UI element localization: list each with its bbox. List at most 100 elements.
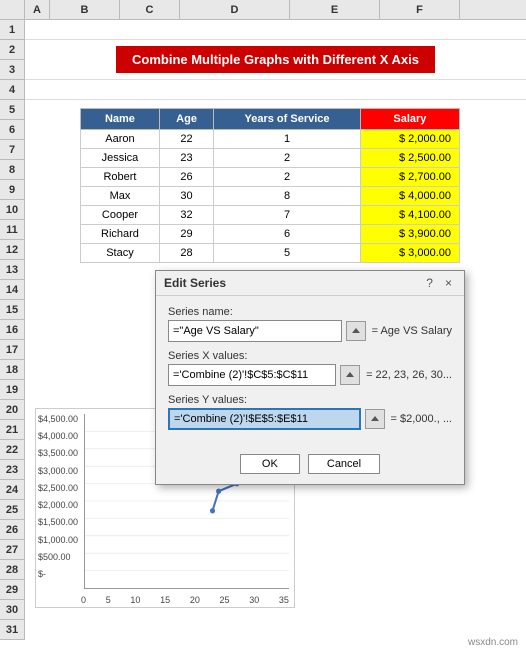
cell-age: 32: [159, 206, 213, 225]
cell-name: Max: [81, 187, 160, 206]
row-header-7: 7: [0, 140, 24, 160]
cell-age: 22: [159, 130, 213, 149]
y-axis-label: $4,500.00: [38, 414, 78, 424]
row-header-28: 28: [0, 560, 24, 580]
col-header-salary: Salary: [360, 109, 459, 130]
series-y-input-row: = $2,000., ...: [168, 408, 452, 430]
x-axis-label: 30: [249, 595, 259, 605]
row-header-17: 17: [0, 340, 24, 360]
row-header-31: 31: [0, 620, 24, 640]
cell-age: 26: [159, 168, 213, 187]
cell-salary: $ 2,000.00: [360, 130, 459, 149]
row-header-25: 25: [0, 500, 24, 520]
row-header-5: 5: [0, 100, 24, 120]
series-name-label: Series name:: [168, 306, 452, 318]
series-name-input[interactable]: [168, 320, 342, 342]
table-row: Aaron221$ 2,000.00: [81, 130, 460, 149]
cell-salary: $ 2,500.00: [360, 149, 459, 168]
cell-name: Robert: [81, 168, 160, 187]
table-row: Stacy285$ 3,000.00: [81, 244, 460, 263]
cell-age: 23: [159, 149, 213, 168]
cell-name: Jessica: [81, 149, 160, 168]
x-axis-label: 10: [130, 595, 140, 605]
series-name-field-row: Series name: = Age VS Salary: [168, 306, 452, 342]
row-header-9: 9: [0, 180, 24, 200]
ok-button[interactable]: OK: [240, 454, 300, 474]
row-header-18: 18: [0, 360, 24, 380]
y-axis-label: $2,500.00: [38, 483, 78, 493]
series-y-expand-btn[interactable]: [365, 409, 385, 429]
series-x-input-row: = 22, 23, 26, 30...: [168, 364, 452, 386]
cell-age: 30: [159, 187, 213, 206]
cell-age: 29: [159, 225, 213, 244]
series-name-expand-btn[interactable]: [346, 321, 366, 341]
col-header-A: A: [25, 0, 50, 19]
row-header-24: 24: [0, 480, 24, 500]
row-header-14: 14: [0, 280, 24, 300]
cell-name: Cooper: [81, 206, 160, 225]
row-2-title: Combine Multiple Graphs with Different X…: [25, 40, 526, 80]
col-header-C: C: [120, 0, 180, 19]
col-header-empty: [0, 0, 25, 19]
row-header-4: 4: [0, 80, 24, 100]
series-x-input[interactable]: [168, 364, 336, 386]
col-header-E: E: [290, 0, 380, 19]
series-x-expand-btn[interactable]: [340, 365, 360, 385]
series-name-preview: = Age VS Salary: [372, 325, 452, 337]
column-headers: A B C D E F: [0, 0, 526, 20]
y-axis-label: $1,000.00: [38, 535, 78, 545]
expand-icon: [351, 326, 361, 336]
x-axis-label: 35: [279, 595, 289, 605]
series-x-label: Series X values:: [168, 350, 452, 362]
cell-age: 28: [159, 244, 213, 263]
x-axis-labels: 05101520253035: [81, 595, 289, 605]
expand-icon-x: [345, 370, 355, 380]
row-header-15: 15: [0, 300, 24, 320]
dialog-titlebar: Edit Series ? ×: [156, 271, 464, 296]
cell-salary: $ 2,700.00: [360, 168, 459, 187]
cell-salary: $ 4,100.00: [360, 206, 459, 225]
cell-salary: $ 4,000.00: [360, 187, 459, 206]
dialog-close-button[interactable]: ×: [441, 276, 456, 290]
y-axis-label: $1,500.00: [38, 517, 78, 527]
cell-name: Aaron: [81, 130, 160, 149]
y-axis-label: $500.00: [38, 552, 78, 562]
row-header-2: 2: [0, 40, 24, 60]
table-header-row: Name Age Years of Service Salary: [81, 109, 460, 130]
y-axis-labels: $4,500.00$4,000.00$3,500.00$3,000.00$2,5…: [38, 414, 78, 579]
series-x-field-row: Series X values: = 22, 23, 26, 30...: [168, 350, 452, 386]
cell-years: 6: [214, 225, 361, 244]
table-row: Max308$ 4,000.00: [81, 187, 460, 206]
edit-series-dialog: Edit Series ? × Series name: = Age VS Sa…: [155, 270, 465, 485]
series-y-field-row: Series Y values: = $2,000., ...: [168, 394, 452, 430]
dialog-help-button[interactable]: ?: [422, 276, 437, 290]
y-axis-label: $-: [38, 569, 78, 579]
y-axis-label: $3,000.00: [38, 466, 78, 476]
x-axis-label: 0: [81, 595, 86, 605]
cell-name: Stacy: [81, 244, 160, 263]
x-axis-label: 5: [106, 595, 111, 605]
series-y-preview: = $2,000., ...: [391, 413, 452, 425]
row-header-19: 19: [0, 380, 24, 400]
y-axis-label: $3,500.00: [38, 448, 78, 458]
col-header-D: D: [180, 0, 290, 19]
x-axis-label: 15: [160, 595, 170, 605]
row-header-3: 3: [0, 60, 24, 80]
dialog-controls: ? ×: [422, 276, 456, 290]
row-header-29: 29: [0, 580, 24, 600]
row-header-22: 22: [0, 440, 24, 460]
x-axis-label: 20: [190, 595, 200, 605]
row-header-21: 21: [0, 420, 24, 440]
title-text: Combine Multiple Graphs with Different X…: [132, 52, 419, 67]
col-header-F: F: [380, 0, 460, 19]
table-row: Robert262$ 2,700.00: [81, 168, 460, 187]
cancel-button[interactable]: Cancel: [308, 454, 380, 474]
cell-salary: $ 3,000.00: [360, 244, 459, 263]
row-header-27: 27: [0, 540, 24, 560]
col-header-age: Age: [159, 109, 213, 130]
cell-salary: $ 3,900.00: [360, 225, 459, 244]
row-header-16: 16: [0, 320, 24, 340]
row-header-20: 20: [0, 400, 24, 420]
row-header-6: 6: [0, 120, 24, 140]
series-y-input[interactable]: [168, 408, 361, 430]
